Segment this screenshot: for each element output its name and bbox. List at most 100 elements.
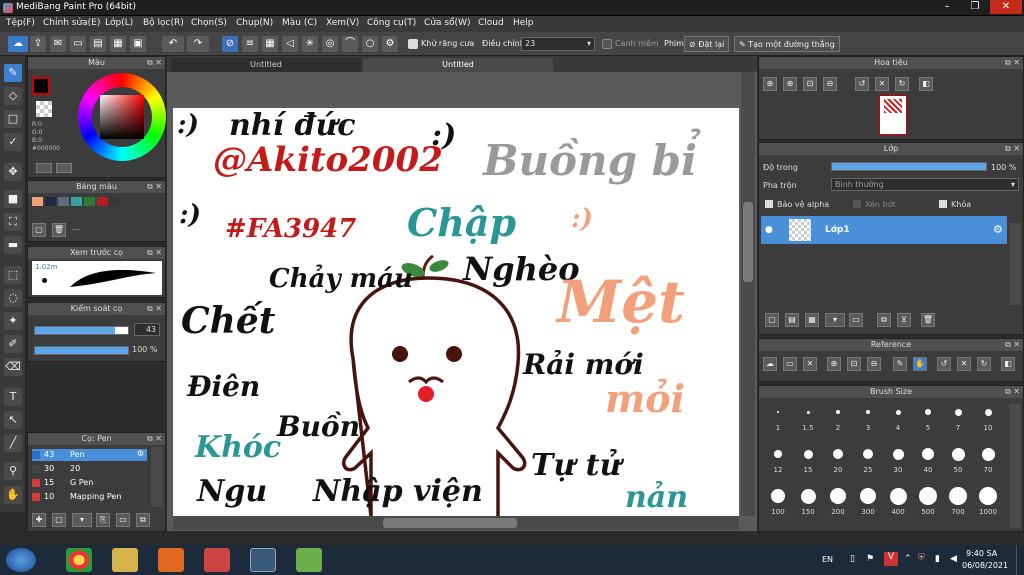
brush-size-option[interactable]: 70 [973,444,1003,474]
fill-rect-tool-icon[interactable]: ■ [4,190,22,208]
brush-copy-icon[interactable]: ⎘ [96,513,110,527]
brush-size-option[interactable]: 1.5 [793,402,823,432]
menu-edit[interactable]: Chỉnh sửa(E) [43,18,100,28]
layer-opacity-slider[interactable] [831,162,987,171]
perspective-snap-icon[interactable]: ◁ [282,36,298,52]
flag-icon[interactable]: ⚑ [866,554,874,564]
color-mode-button[interactable] [36,163,52,173]
brush-list-scrollbar[interactable] [151,447,163,507]
brush-size-option[interactable]: 3 [853,402,883,432]
dot-tool-icon[interactable]: ✓ [4,133,22,151]
brush-size-option[interactable]: 200 [823,486,853,516]
ref-zoom-out-icon[interactable]: ⊖ [867,357,881,371]
palette-swatch[interactable] [97,197,108,206]
layer-scrollbar[interactable] [1009,223,1021,305]
brush-size-option[interactable]: 1 [763,402,793,432]
brush-size-option[interactable]: 50 [943,444,973,474]
secondary-color-swatch[interactable] [36,101,52,117]
blend-mode-select[interactable]: Bình thường ▾ [831,178,1019,191]
brush-list-item[interactable]: 15 G Pen [32,477,147,489]
maximize-button[interactable]: ❐ [962,0,988,14]
menu-layer[interactable]: Lớp(L) [105,18,133,28]
brush-size-option[interactable]: 400 [883,486,913,516]
layer-row-lop1[interactable]: ● Lớp1 ⚙ [761,216,1007,244]
rotate-left-icon[interactable]: ↺ [855,77,869,91]
brush-size-option[interactable]: 40 [913,444,943,474]
menu-window[interactable]: Cửa sổ(W) [424,18,470,28]
upload-icon[interactable]: ⇪ [30,36,46,52]
brush-size-option[interactable]: 30 [883,444,913,474]
brush-menu-icon[interactable]: ▾ [72,513,92,527]
vertical-scrollbar[interactable] [741,72,755,516]
minimize-button[interactable]: – [934,0,960,14]
brush-size-option[interactable]: 1000 [973,486,1003,516]
brush-size-option[interactable]: 25 [853,444,883,474]
brush-size-option[interactable]: 10 [973,402,1003,432]
magic-wand-tool-icon[interactable]: ✦ [4,312,22,330]
grid-snap-icon[interactable]: ▦ [262,36,278,52]
brush-folder-icon[interactable]: ▭ [116,513,130,527]
show-desktop-button[interactable] [1016,545,1024,575]
undo-icon[interactable]: ↶ [162,36,184,52]
explorer-icon[interactable] [112,548,138,572]
select-pen-tool-icon[interactable]: ✐ [4,335,22,353]
duplicate-layer-icon[interactable]: ⧉ [877,313,891,327]
menu-help[interactable]: Help [513,18,534,28]
brush-tool-icon[interactable]: ✎ [4,64,22,82]
ref-preview-icon[interactable]: ◧ [1001,357,1015,371]
new-halftone-layer-icon[interactable]: ▤ [785,313,799,327]
brush-delete-icon[interactable]: ⧉ [136,513,150,527]
new-8bit-layer-icon[interactable]: ▦ [805,313,819,327]
brush-size-option[interactable]: 700 [943,486,973,516]
tab-untitled-2[interactable]: Untitled [363,58,553,72]
brush-size-option[interactable]: 5 [913,402,943,432]
chrome-icon[interactable] [66,548,92,572]
antialias-checkbox[interactable] [408,39,418,49]
navigator-thumbnail[interactable] [879,95,907,135]
palette-swatch[interactable] [58,197,69,206]
saturation-square[interactable] [100,95,144,139]
zoom-in-icon[interactable]: ⊕ [763,77,777,91]
brush-new-icon[interactable]: ▢ [52,513,66,527]
redo-icon[interactable]: ↷ [187,36,209,52]
settings-snap-icon[interactable]: ⚙ [382,36,398,52]
shield-icon[interactable]: ⛨ [918,553,925,563]
tab-untitled-1[interactable]: Untitled [171,58,361,72]
brush-size-option[interactable]: 100 [763,486,793,516]
menu-view[interactable]: Xem(V) [326,18,359,28]
clipping-checkbox[interactable] [853,200,861,208]
clock-date[interactable]: 06/08/2021 [962,561,1008,570]
fit-icon[interactable]: ⊡ [803,77,817,91]
menu-color[interactable]: Màu (C) [282,18,317,28]
open-icon[interactable]: ▤ [90,36,106,52]
close-button[interactable]: ✕ [990,0,1022,14]
ref-rotate-left-icon[interactable]: ↺ [937,357,951,371]
volume-icon[interactable]: ◀ [950,554,957,564]
ref-close-icon[interactable]: ✕ [803,357,817,371]
merge-layer-icon[interactable]: ⊻ [897,313,911,327]
brush-size-scrollbar[interactable] [1009,404,1021,528]
rotate-right-icon[interactable]: ↻ [895,77,909,91]
network-icon[interactable]: ▮ [935,554,940,564]
palette-swatch[interactable] [84,197,95,206]
operation-tool-icon[interactable]: ↖ [4,411,22,429]
snap-off-icon[interactable]: ⊘ [222,36,238,52]
correction-select[interactable]: 23 ▾ [521,37,595,51]
brush-size-slider[interactable] [34,326,129,335]
menu-capture[interactable]: Chụp(N) [236,18,273,28]
menu-tools[interactable]: Công cụ(T) [367,18,416,28]
ref-zoom-in-icon[interactable]: ⊕ [827,357,841,371]
divide-tool-icon[interactable]: ╱ [4,434,22,452]
layer-visibility-icon[interactable]: ● [765,225,773,235]
radial-snap-icon[interactable]: ✳ [302,36,318,52]
zoom-reset-icon[interactable]: ⊖ [823,77,837,91]
start-button[interactable] [6,548,36,572]
menu-cloud[interactable]: Cloud [478,18,504,28]
comment-icon[interactable]: ✉ [50,36,66,52]
canh-mem-checkbox[interactable] [602,39,612,49]
ref-hand-icon[interactable]: ✋ [913,357,927,371]
reset-button[interactable]: ⊘ Đặt lại [684,36,730,52]
gradient-tool-icon[interactable]: ▬ [4,236,22,254]
palette-swatch[interactable] [32,197,43,206]
add-layer-menu-icon[interactable]: ▾ [825,313,845,327]
